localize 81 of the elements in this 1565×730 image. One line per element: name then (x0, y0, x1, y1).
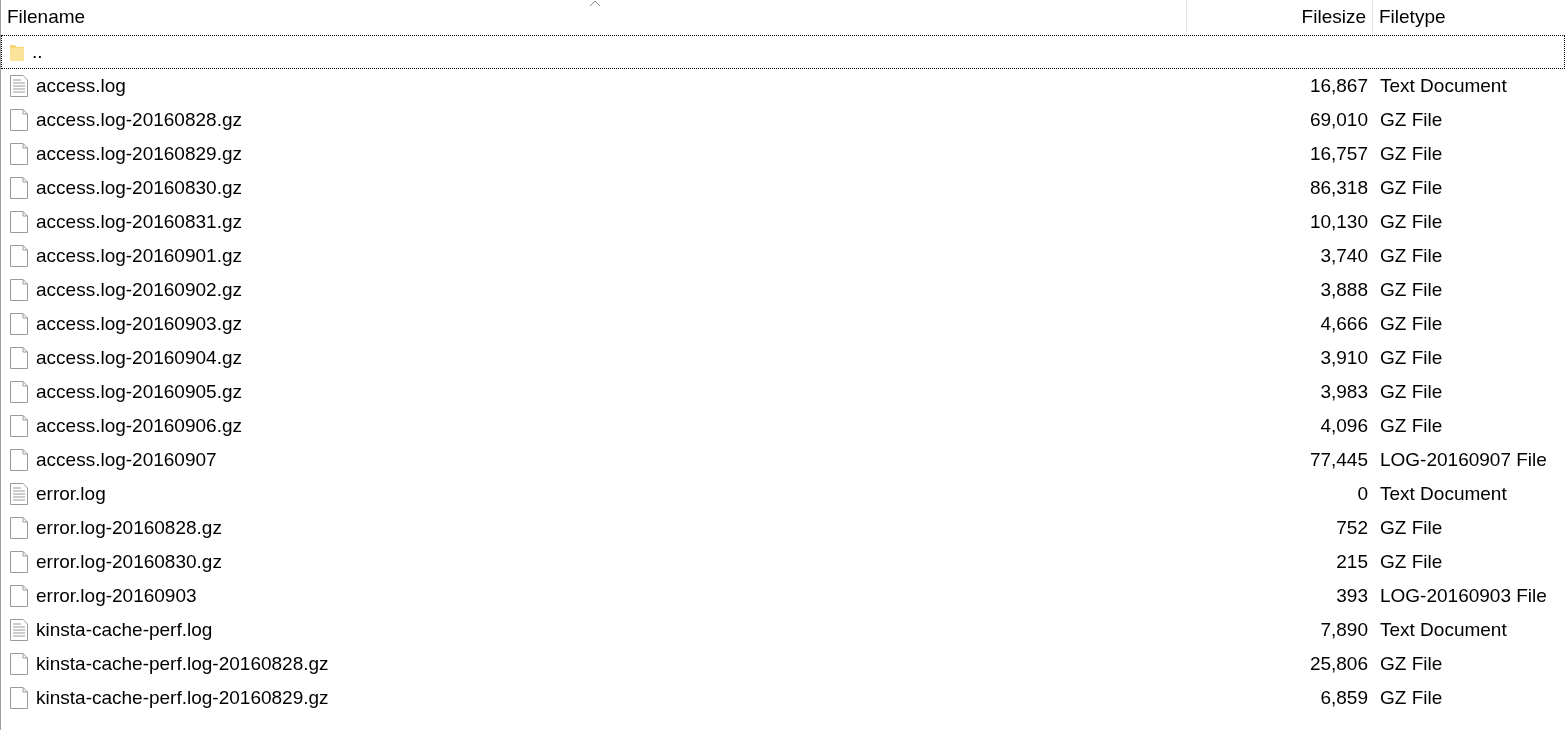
file-size: 6,859 (1320, 685, 1368, 710)
file-name[interactable]: .. (32, 37, 43, 67)
file-icon (9, 414, 29, 438)
file-size: 16,867 (1309, 73, 1368, 98)
column-header[interactable]: Filename (7, 3, 86, 32)
file-type: GZ File (1380, 686, 1443, 708)
file-type: LOG-20160907 File (1380, 448, 1547, 470)
folder-icon (9, 42, 25, 62)
file-type: Text Document (1380, 618, 1507, 640)
file-name[interactable]: access.log (36, 71, 126, 101)
file-icon (9, 652, 29, 676)
file-name[interactable]: kinsta-cache-perf.log (36, 615, 213, 645)
file-name[interactable]: error.log-20160830.gz (36, 547, 222, 577)
file-name[interactable]: error.log-20160828.gz (36, 513, 222, 543)
file-size: 10,130 (1309, 209, 1368, 234)
file-name[interactable]: error.log (36, 479, 106, 509)
file-name[interactable]: access.log-20160906.gz (36, 411, 242, 441)
file-name[interactable]: access.log-20160907 (36, 445, 217, 475)
file-type: GZ File (1380, 516, 1443, 538)
file-size: 77,445 (1309, 447, 1368, 472)
file-name[interactable]: kinsta-cache-perf.log-20160828.gz (36, 649, 329, 679)
file-icon (9, 108, 29, 132)
file-type: LOG-20160903 File (1380, 584, 1547, 606)
file-type: GZ File (1380, 312, 1443, 334)
file-icon (9, 380, 29, 404)
file-icon (9, 584, 29, 608)
file-name[interactable]: kinsta-cache-perf.log-20160829.gz (36, 683, 329, 713)
file-size: 752 (1336, 515, 1368, 540)
column-header[interactable]: Filesize (1301, 3, 1366, 32)
file-icon (9, 312, 29, 336)
file-type: GZ File (1380, 414, 1443, 436)
file-icon (9, 244, 29, 268)
file-type: GZ File (1380, 550, 1443, 572)
file-size: 69,010 (1309, 107, 1368, 132)
file-name[interactable]: access.log-20160831.gz (36, 207, 242, 237)
file-name[interactable]: error.log-20160903 (36, 581, 197, 611)
file-name[interactable]: access.log-20160903.gz (36, 309, 242, 339)
file-name[interactable]: access.log-20160904.gz (36, 343, 242, 373)
file-type: Text Document (1380, 74, 1507, 96)
file-size: 393 (1336, 583, 1368, 608)
file-size: 3,888 (1320, 277, 1368, 302)
file-icon (9, 210, 29, 234)
file-type: GZ File (1380, 380, 1443, 402)
file-icon (9, 686, 29, 710)
file-icon (9, 278, 29, 302)
file-name[interactable]: access.log-20160901.gz (36, 241, 242, 271)
file-type: GZ File (1380, 210, 1443, 232)
file-type: GZ File (1380, 278, 1443, 300)
file-name[interactable]: access.log-20160830.gz (36, 173, 242, 203)
file-size: 3,740 (1320, 243, 1368, 268)
file-size: 25,806 (1309, 651, 1368, 676)
file-size: 86,318 (1309, 175, 1368, 200)
file-type: GZ File (1380, 142, 1443, 164)
file-size: 4,096 (1320, 413, 1368, 438)
text-file-icon (9, 618, 29, 642)
file-size: 0 (1357, 481, 1368, 506)
file-icon (9, 550, 29, 574)
file-size: 3,983 (1320, 379, 1368, 404)
column-header[interactable]: Filetype (1379, 3, 1446, 32)
file-name[interactable]: access.log-20160828.gz (36, 105, 242, 135)
file-type: GZ File (1380, 652, 1443, 674)
file-size: 7,890 (1320, 617, 1368, 642)
file-type: Text Document (1380, 482, 1507, 504)
text-file-icon (9, 74, 29, 98)
file-name[interactable]: access.log-20160902.gz (36, 275, 242, 305)
file-icon (9, 448, 29, 472)
file-type: GZ File (1380, 108, 1443, 130)
file-icon (9, 142, 29, 166)
file-size: 4,666 (1320, 311, 1368, 336)
file-name[interactable]: access.log-20160905.gz (36, 377, 242, 407)
file-size: 16,757 (1309, 141, 1368, 166)
file-icon (9, 176, 29, 200)
file-size: 3,910 (1320, 345, 1368, 370)
file-type: GZ File (1380, 346, 1443, 368)
file-size: 215 (1336, 549, 1368, 574)
file-type: GZ File (1380, 244, 1443, 266)
file-name[interactable]: access.log-20160829.gz (36, 139, 242, 169)
text-file-icon (9, 482, 29, 506)
file-icon (9, 346, 29, 370)
file-icon (9, 516, 29, 540)
file-type: GZ File (1380, 176, 1443, 198)
